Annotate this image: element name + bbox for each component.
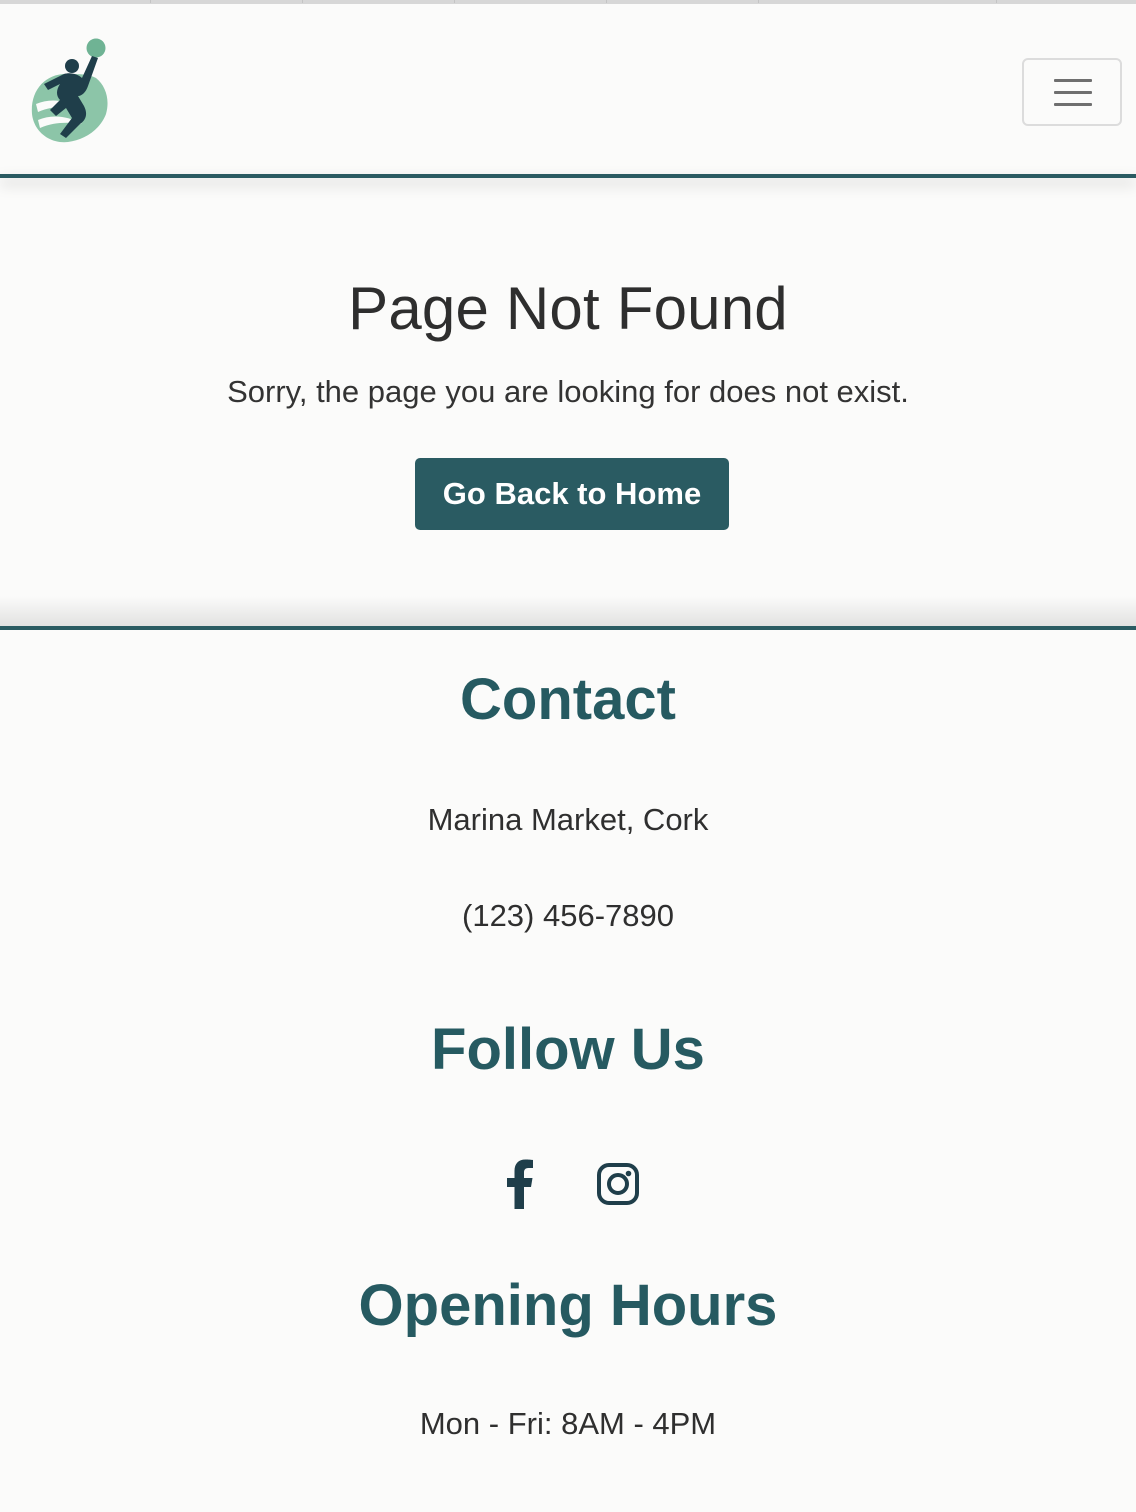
site-footer: Contact Marina Market, Cork (123) 456-78… bbox=[0, 630, 1136, 1512]
instagram-icon bbox=[597, 1163, 639, 1205]
contact-phone: (123) 456-7890 bbox=[462, 898, 674, 933]
hamburger-menu-button[interactable] bbox=[1022, 58, 1122, 126]
go-back-home-button[interactable]: Go Back to Home bbox=[415, 458, 729, 530]
contact-address: Marina Market, Cork bbox=[427, 802, 709, 837]
follow-us-heading: Follow Us bbox=[431, 1017, 705, 1082]
facebook-icon bbox=[507, 1159, 533, 1209]
opening-hours-heading: Opening Hours bbox=[358, 1273, 778, 1338]
footer-shadow bbox=[0, 596, 1136, 626]
not-found-message: Sorry, the page you are looking for does… bbox=[227, 374, 909, 409]
contact-heading: Contact bbox=[460, 667, 676, 732]
not-found-section: Page Not Found Sorry, the page you are l… bbox=[0, 178, 1136, 626]
opening-hours-weekdays: Mon - Fri: 8AM - 4PM bbox=[419, 1406, 717, 1441]
page-title: Page Not Found bbox=[348, 275, 788, 342]
athlete-logo-icon[interactable] bbox=[26, 34, 112, 146]
facebook-link[interactable] bbox=[496, 1158, 544, 1210]
top-navbar bbox=[0, 4, 1136, 174]
instagram-link[interactable] bbox=[594, 1158, 642, 1210]
